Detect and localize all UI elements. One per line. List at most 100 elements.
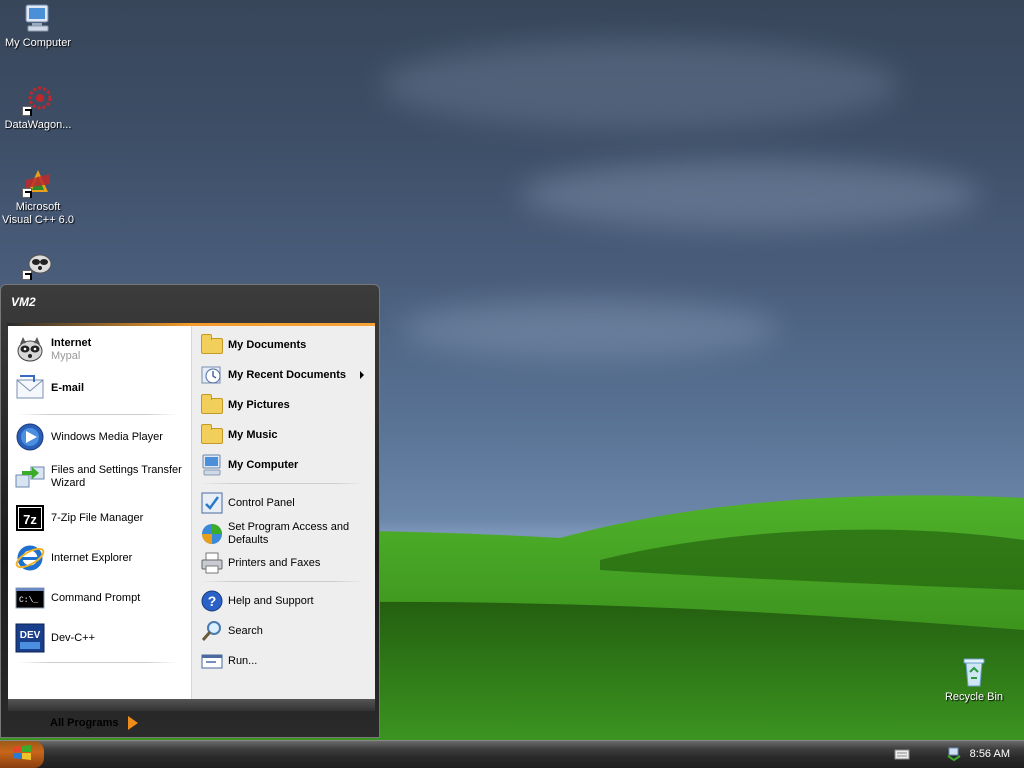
my-computer-icon: [200, 453, 224, 477]
start-menu-item-help[interactable]: ? Help and Support: [200, 589, 370, 613]
command-prompt-icon: C:\_: [14, 582, 46, 614]
start-menu-item-internet[interactable]: Internet Mypal: [14, 334, 186, 366]
start-menu-item-my-pictures[interactable]: My Pictures: [200, 393, 370, 417]
start-menu-item-internet-explorer[interactable]: Internet Explorer: [14, 542, 186, 574]
my-computer-icon: [22, 2, 54, 34]
start-menu-item-my-music[interactable]: My Music: [200, 423, 370, 447]
start-menu-item-label: My Documents: [228, 338, 307, 351]
program-access-icon: [200, 522, 224, 546]
start-menu-item-label: My Pictures: [228, 398, 290, 411]
start-menu-item-label: Help and Support: [228, 594, 314, 607]
start-menu-item-title: Internet: [51, 337, 92, 349]
all-programs-button[interactable]: All Programs: [50, 716, 139, 730]
start-menu-item-command-prompt[interactable]: C:\_ Command Prompt: [14, 582, 186, 614]
desktop-icon-visual-cpp[interactable]: Microsoft Visual C++ 6.0: [0, 166, 76, 227]
datawagon-icon: [22, 84, 54, 116]
start-menu-item-label: Control Panel: [228, 496, 295, 509]
start-menu-item-label: Windows Media Player: [51, 430, 163, 443]
system-tray: 8:56 AM: [884, 741, 1024, 768]
desktop-icon-label: Recycle Bin: [944, 691, 1004, 703]
windows-logo-icon: [12, 744, 32, 765]
all-programs-label: All Programs: [50, 717, 119, 729]
shortcut-arrow-icon: [22, 106, 32, 116]
start-menu-item-my-documents[interactable]: My Documents: [200, 333, 370, 357]
desktop-icon-datawagon[interactable]: DataWagon...: [0, 84, 76, 132]
start-menu-item-search[interactable]: Search: [200, 619, 370, 643]
start-menu-item-label: Internet Explorer: [51, 551, 133, 564]
transfer-wizard-icon: [14, 461, 46, 493]
start-menu-separator: [200, 581, 365, 582]
desktop-icon-label: DataWagon...: [4, 119, 72, 131]
printer-icon: [200, 551, 224, 575]
7zip-icon: 7z: [14, 502, 46, 534]
start-menu-item-transfer-wizard[interactable]: Files and Settings Transfer Wizard: [14, 461, 186, 493]
arrow-right-icon: [128, 716, 139, 730]
start-menu-item-control-panel[interactable]: Control Panel: [200, 491, 370, 515]
devcpp-icon: DEV: [14, 622, 46, 654]
email-icon: [14, 372, 46, 404]
wallpaper-cloud: [520, 160, 980, 230]
keyboard-icon[interactable]: [894, 747, 910, 764]
start-menu: VM2 Internet Mypal E-mail Windows Media …: [0, 284, 380, 738]
help-icon: ?: [200, 589, 224, 613]
start-menu-item-label: My Music: [228, 428, 278, 441]
desktop-icon-raccoon[interactable]: [0, 248, 76, 283]
folder-icon: [200, 423, 224, 447]
shortcut-arrow-icon: [22, 270, 32, 280]
start-menu-item-my-recent-documents[interactable]: My Recent Documents: [200, 363, 370, 387]
start-menu-item-run[interactable]: Run...: [200, 649, 370, 673]
start-menu-separator: [18, 414, 178, 415]
start-menu-item-label: Printers and Faxes: [228, 556, 321, 569]
start-menu-item-program-access[interactable]: Set Program Access and Defaults: [200, 521, 370, 547]
wallpaper-cloud: [400, 300, 780, 360]
start-menu-separator: [18, 662, 178, 663]
wallpaper-cloud: [380, 40, 900, 130]
start-menu-item-media-player[interactable]: Windows Media Player: [14, 421, 186, 453]
desktop-icon-label: Microsoft Visual C++ 6.0: [2, 201, 74, 226]
folder-icon: [200, 393, 224, 417]
folder-icon: [200, 333, 224, 357]
desktop-icon-label: My Computer: [4, 37, 72, 49]
start-menu-item-label: Search: [228, 624, 263, 637]
start-menu-item-7zip[interactable]: 7z 7-Zip File Manager: [14, 502, 186, 534]
start-menu-footer: [8, 699, 375, 711]
raccoon-icon: [14, 334, 46, 366]
network-icon[interactable]: [946, 746, 962, 765]
start-menu-left-pane: Internet Mypal E-mail Windows Media Play…: [8, 326, 191, 730]
recycle-bin-icon: [958, 656, 990, 688]
recent-documents-icon: [200, 363, 224, 387]
control-panel-icon: [200, 491, 224, 515]
start-button[interactable]: [0, 741, 44, 768]
start-menu-item-label: Files and Settings Transfer Wizard: [51, 464, 182, 489]
internet-explorer-icon: [14, 542, 46, 574]
media-player-icon: [14, 421, 46, 453]
desktop-icon-recycle-bin[interactable]: Recycle Bin: [936, 656, 1012, 704]
submenu-arrow-icon: [360, 371, 364, 379]
start-menu-item-subtitle: Mypal: [51, 350, 81, 362]
start-menu-item-my-computer[interactable]: My Computer: [200, 453, 370, 477]
start-menu-item-title: E-mail: [51, 381, 85, 394]
svg-text:C:\_: C:\_: [19, 596, 38, 605]
start-menu-item-label: Set Program Access and Defaults: [228, 521, 350, 546]
svg-text:7z: 7z: [23, 512, 37, 527]
clock[interactable]: 8:56 AM: [970, 748, 1010, 760]
svg-text:?: ?: [208, 593, 217, 609]
start-menu-right-pane: My Documents My Recent Documents My Pict…: [191, 326, 375, 699]
start-menu-username: VM2: [11, 295, 36, 309]
start-menu-item-devcpp[interactable]: DEV Dev-C++: [14, 622, 186, 654]
start-menu-item-label: Command Prompt: [51, 591, 141, 604]
run-icon: [200, 649, 224, 673]
svg-text:DEV: DEV: [20, 630, 41, 641]
start-menu-item-printers[interactable]: Printers and Faxes: [200, 551, 370, 575]
search-icon: [200, 619, 224, 643]
start-menu-item-label: Dev-C++: [51, 631, 96, 644]
start-menu-item-label: My Computer: [228, 458, 299, 471]
raccoon-icon: [22, 248, 54, 280]
desktop-icon-my-computer[interactable]: My Computer: [0, 2, 76, 50]
taskbar: 8:56 AM: [0, 740, 1024, 768]
start-menu-item-label: 7-Zip File Manager: [51, 511, 144, 524]
start-menu-item-label: My Recent Documents: [228, 368, 346, 381]
start-menu-separator: [200, 483, 365, 484]
start-menu-item-email[interactable]: E-mail: [14, 372, 186, 404]
start-menu-item-label: Run...: [228, 654, 258, 667]
